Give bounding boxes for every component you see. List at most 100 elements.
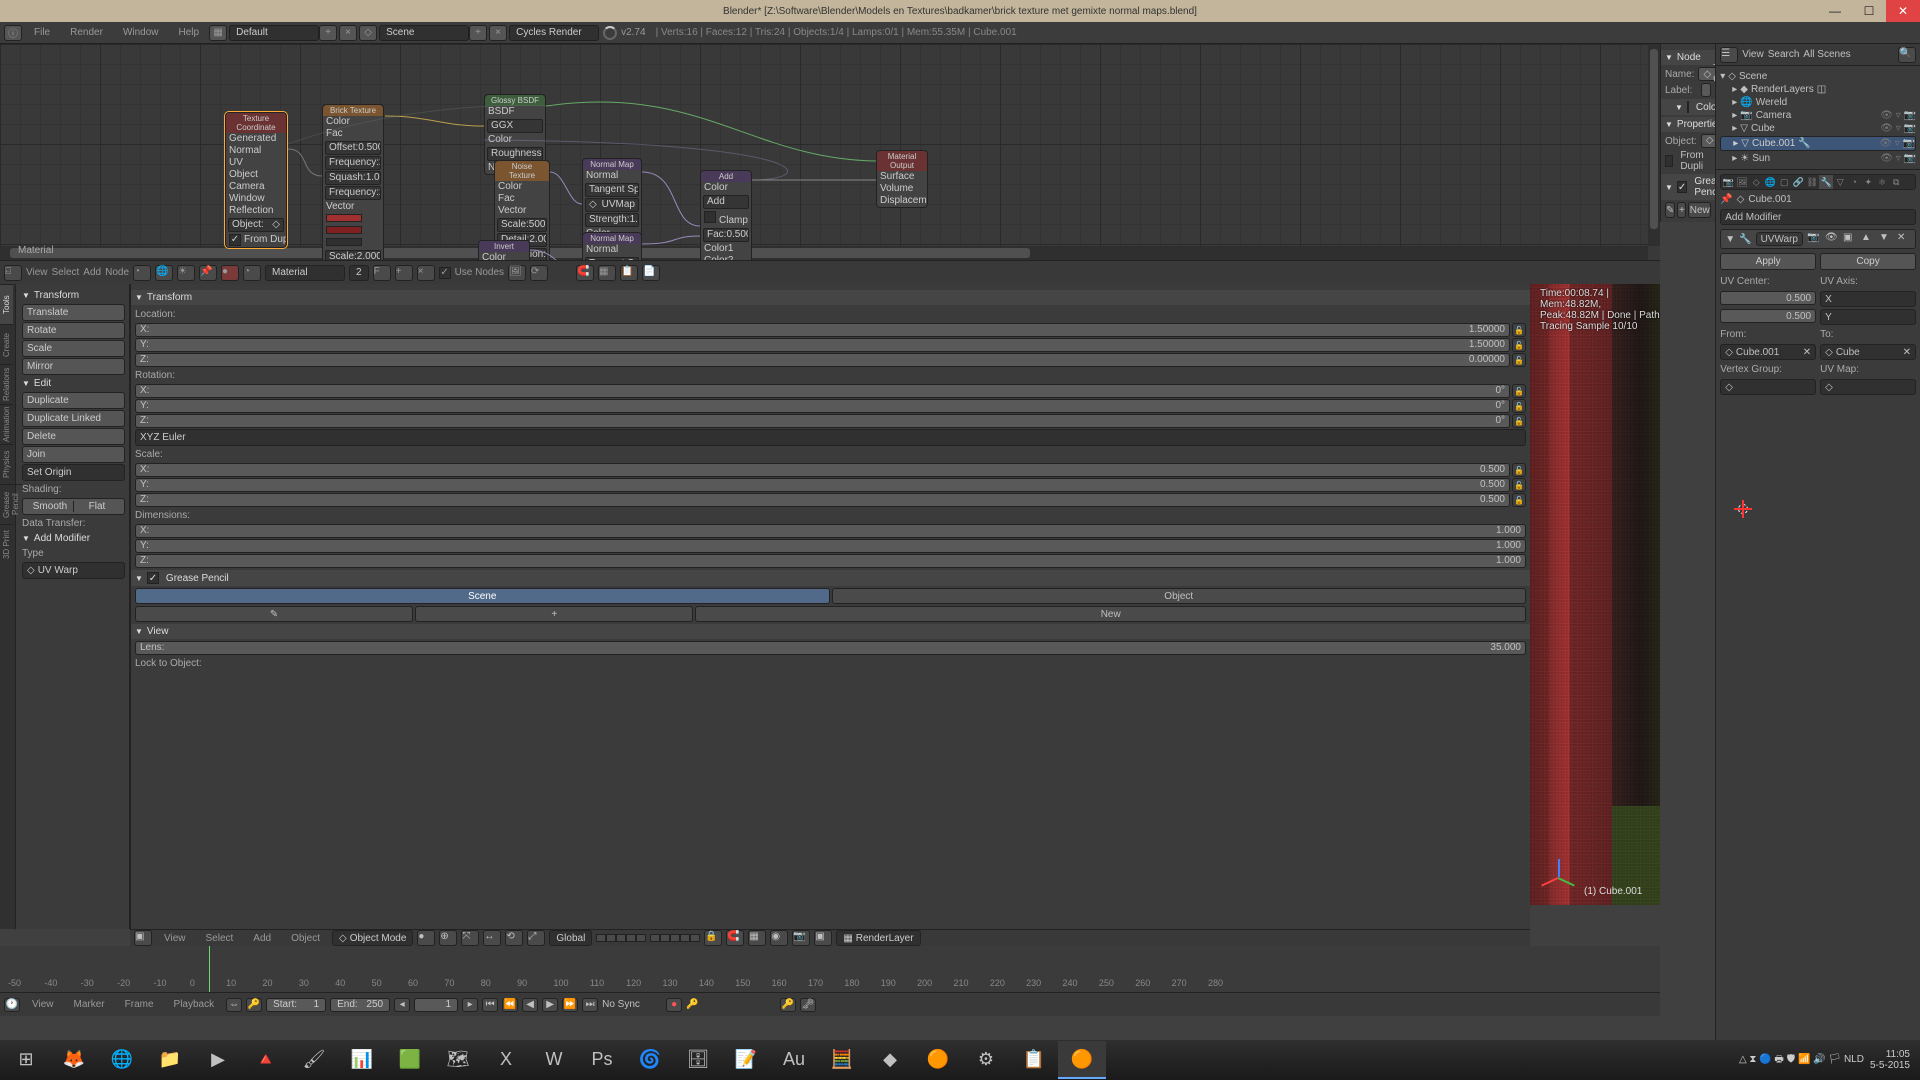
from-dupli-chk[interactable] xyxy=(1665,155,1673,167)
obj-field[interactable]: ◇ xyxy=(1701,134,1716,148)
vh-select[interactable]: Select xyxy=(198,931,242,946)
rec-btn[interactable]: ● xyxy=(666,998,682,1012)
gp-object-btn[interactable]: Object xyxy=(832,588,1527,604)
menu-window[interactable]: Window xyxy=(113,25,169,40)
scale-z[interactable]: Z:0.500 xyxy=(135,493,1510,507)
nh-sphere-icon[interactable]: ● xyxy=(221,265,239,281)
uvmap-field[interactable]: ◇ xyxy=(1820,379,1916,395)
3d-viewport[interactable]: Time:00:08.74 | Mem:48.82M, Peak:48.82M … xyxy=(1530,284,1660,905)
nh-fake[interactable]: F xyxy=(373,265,391,281)
search-icon[interactable]: 🔍 xyxy=(1898,47,1916,63)
node-normal-map-1[interactable]: Normal Map Normal Tangent Space ◇UVMap S… xyxy=(582,158,642,241)
key-insert[interactable]: 🔑 xyxy=(780,998,796,1012)
mode-selector[interactable]: ◇ Object Mode xyxy=(332,930,413,946)
nh-node[interactable]: Node xyxy=(105,267,129,278)
manip-s[interactable]: ⤢ xyxy=(527,930,545,946)
taskbar-app[interactable]: Ps xyxy=(578,1041,626,1079)
taskbar-app[interactable]: ◆ xyxy=(866,1041,914,1079)
menu-file[interactable]: File xyxy=(24,25,60,40)
transform-header[interactable]: Transform xyxy=(22,288,125,303)
pin-icon[interactable]: 📌 xyxy=(1720,194,1732,205)
renderlayer[interactable]: ▦ RenderLayer xyxy=(836,930,920,946)
copy-button[interactable]: Copy xyxy=(1820,253,1916,270)
outliner-item[interactable]: ▾◇Scene xyxy=(1720,70,1916,83)
node-editor[interactable]: Material Texture Coordinate Generated No… xyxy=(0,44,1660,260)
timeline[interactable]: -50-40-30-20-100102030405060708090100110… xyxy=(0,946,1660,992)
layout-del[interactable]: × xyxy=(339,25,357,41)
play-prevkey[interactable]: ⏪ xyxy=(502,998,518,1012)
gp-add-btn[interactable]: + xyxy=(415,606,693,622)
out-view[interactable]: View xyxy=(1742,49,1764,60)
nh-auto[interactable]: ⟳ xyxy=(530,265,548,281)
nh-pin[interactable]: 📌 xyxy=(199,265,217,281)
taskbar-app[interactable]: 🟩 xyxy=(386,1041,434,1079)
play-fwd[interactable]: ▶ xyxy=(542,998,558,1012)
node-scroll-h[interactable] xyxy=(0,246,1648,260)
gp-panel-header[interactable]: ✓Grease Pencil xyxy=(1661,174,1715,200)
uvaxis-x[interactable]: X xyxy=(1820,291,1916,307)
gp2-add[interactable]: + xyxy=(1677,202,1686,218)
key-delete[interactable]: 🗝 xyxy=(800,998,816,1012)
sync-mode[interactable]: No Sync xyxy=(602,999,662,1010)
node-normal-map-2[interactable]: Normal Map Normal Tangent Space ◇UVMap S… xyxy=(582,232,642,260)
gp-layer-btn[interactable]: ✎ xyxy=(135,606,413,622)
editor-type-node[interactable]: ⍇ xyxy=(4,265,22,281)
layout-icon[interactable]: ▦ xyxy=(209,25,227,41)
set-origin-menu[interactable]: Set Origin xyxy=(22,464,125,481)
modifier-header[interactable]: ▼🔧 UVWarp 📷 👁 ▣ ▲ ▼ ✕ xyxy=(1720,229,1916,249)
properties-tabs[interactable]: 📷🖼◇🌐▢🔗⛓🔧▽◔✦⚛⧉ xyxy=(1720,174,1916,190)
from-object[interactable]: ◇ Cube.001✕ xyxy=(1720,344,1816,360)
tab-3dprint[interactable]: 3D Print xyxy=(0,524,13,564)
nh-paste[interactable]: 📄 xyxy=(642,265,660,281)
scale-x[interactable]: X:0.500 xyxy=(135,463,1510,477)
taskbar-app[interactable]: 📁 xyxy=(146,1041,194,1079)
vh-view[interactable]: View xyxy=(156,931,194,946)
modifier-type-select[interactable]: ◇ UV Warp xyxy=(22,562,125,579)
vgroup-field[interactable]: ◇ xyxy=(1720,379,1816,395)
dim-x[interactable]: X:1.000 xyxy=(135,524,1526,538)
editor-type-icon[interactable]: ⓘ xyxy=(4,25,22,41)
gp-scene-btn[interactable]: Scene xyxy=(135,588,830,604)
end-frame[interactable]: End:250 xyxy=(330,998,390,1012)
scale-y[interactable]: Y:0.500 xyxy=(135,478,1510,492)
modifier-name-field[interactable]: UVWarp xyxy=(1756,232,1803,246)
gp-new-btn[interactable]: New xyxy=(695,606,1526,622)
loc-x[interactable]: X:1.50000 xyxy=(135,323,1510,337)
to-object[interactable]: ◇ Cube✕ xyxy=(1820,344,1916,360)
uvaxis-y[interactable]: Y xyxy=(1820,309,1916,325)
np-transform[interactable]: Transform xyxy=(131,290,1530,305)
editor-type-outliner[interactable]: ☰ xyxy=(1720,47,1738,63)
nh-material-name[interactable]: Material xyxy=(265,265,345,281)
duplicate-linked-button[interactable]: Duplicate Linked xyxy=(22,410,125,427)
current-frame[interactable]: 1 xyxy=(414,998,458,1012)
add-modifier-select[interactable]: Add Modifier xyxy=(1720,209,1916,225)
tab-anim[interactable]: Animation xyxy=(0,404,13,444)
smooth-button[interactable]: Smooth xyxy=(27,501,73,512)
label-field[interactable] xyxy=(1701,83,1711,97)
node-scroll-v[interactable] xyxy=(1648,44,1660,246)
flat-button[interactable]: Flat xyxy=(73,501,120,512)
menu-help[interactable]: Help xyxy=(169,25,210,40)
nh-snap-type[interactable]: ▦ xyxy=(598,265,616,281)
vh-object[interactable]: Object xyxy=(283,931,328,946)
system-tray[interactable]: △ ⧗ 🔵 🖶 🛡 📶 🔊 🏳 NLD 11:055-5-2015 xyxy=(1731,1049,1918,1071)
outliner-item[interactable]: ▸☀Sun👁 ▿ 📷 xyxy=(1720,152,1916,165)
loc-z[interactable]: Z:0.00000 xyxy=(135,353,1510,367)
layout-selector[interactable]: Default xyxy=(229,25,319,41)
mod-remove[interactable]: ✕ xyxy=(1897,232,1911,246)
scene-del[interactable]: × xyxy=(489,25,507,41)
duplicate-button[interactable]: Duplicate xyxy=(22,392,125,409)
modifier-tab[interactable]: 🔧 xyxy=(1819,175,1833,189)
node-panel-header[interactable]: Node xyxy=(1661,50,1715,65)
lens-field[interactable]: Lens:35.000 xyxy=(135,641,1526,655)
tl-autokey[interactable]: 🔑 xyxy=(246,998,262,1012)
np-view[interactable]: View xyxy=(131,624,1530,639)
taskbar-app[interactable]: X xyxy=(482,1041,530,1079)
vh-add[interactable]: Add xyxy=(245,931,279,946)
node-brick-texture[interactable]: Brick Texture Color Fac Offset:0.500 Fre… xyxy=(322,104,384,260)
minimize-button[interactable]: — xyxy=(1818,0,1852,22)
taskbar-app[interactable]: 🌐 xyxy=(98,1041,146,1079)
gp2-new[interactable]: New xyxy=(1688,202,1711,218)
snap-el[interactable]: ▦ xyxy=(748,930,766,946)
keying-set[interactable]: 🔑 xyxy=(686,999,776,1010)
